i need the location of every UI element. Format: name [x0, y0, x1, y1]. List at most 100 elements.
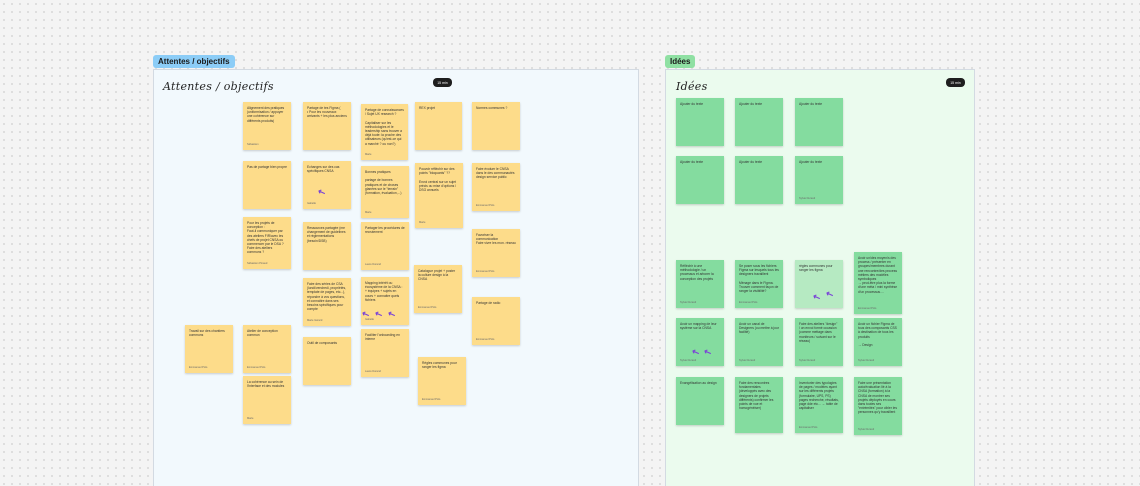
note-author: Emmanuel Polo	[247, 366, 266, 369]
note-text: Bonnes pratiques partage de bonnes prati…	[365, 170, 402, 196]
sticky-note[interactable]: Avoir un fichier Figma de tous des compo…	[854, 318, 902, 366]
sticky-note[interactable]: Ajouter du texte	[735, 98, 783, 146]
sticky-note[interactable]: REX projet	[415, 102, 462, 150]
note-author: Emmanuel Polo	[739, 301, 758, 304]
timer-badge[interactable]: 15 min	[946, 78, 965, 87]
sticky-note[interactable]: Faire des séries de CSA (lundi/vendredi,…	[303, 278, 351, 326]
sticky-note[interactable]: Pas de partage bien propre	[243, 161, 291, 209]
note-text: REX projet	[419, 106, 435, 110]
note-author: Emmanuel Polo	[418, 306, 437, 309]
sticky-note[interactable]: Avoir un mapping de leur système sur la …	[676, 318, 724, 366]
note-text: Mapping intérêt ou écosystème de la CNSA…	[365, 281, 403, 302]
note-text: Partager les procédures de recrutement	[365, 226, 405, 235]
note-text: La cohérence au sein de l'interface et d…	[247, 380, 285, 389]
sticky-note[interactable]: Echanges sur des cas spécifiques CNSA Isa…	[303, 161, 351, 209]
sticky-note[interactable]: Pour les projets de conception : Faut-il…	[243, 217, 291, 269]
sticky-note[interactable]: Partage de radio Emmanuel Polo	[472, 297, 520, 345]
sticky-note[interactable]: Ressources partagée (me changement de gu…	[303, 222, 351, 270]
note-author: Marie	[365, 153, 372, 156]
section-tag-idees[interactable]: Idées	[665, 55, 696, 68]
note-text: Règles communes pour ranger les figma	[422, 361, 457, 370]
note-text: règles communes pour ranger les figma	[799, 264, 833, 273]
sticky-note[interactable]: Alignement des pratiques (uniformisation…	[243, 102, 291, 150]
sticky-note[interactable]: Partage de connaissances / Sujet UX rese…	[361, 104, 408, 160]
sticky-note[interactable]: Partage de tes Figma ( • Pour les nouvea…	[303, 102, 351, 150]
note-author: Marie	[419, 221, 426, 224]
note-text: Ressources partagée (me changement de gu…	[307, 226, 346, 243]
note-text: Partage de radio	[476, 301, 501, 305]
note-text: Faire évoluer le CNSA dans le des commun…	[476, 167, 515, 180]
note-text: Avoir un canal de Designers (ou mettre à…	[739, 322, 779, 335]
note-text: Faciliter l'onboarding en interne	[365, 333, 400, 342]
sticky-note[interactable]: Partager les procédures de recrutement La…	[361, 222, 409, 270]
sticky-note[interactable]: Ajouter du texte	[676, 98, 724, 146]
note-text: Partage de connaissances / Sujet UX rese…	[365, 108, 404, 146]
sticky-note[interactable]: Ajouter du texte Sylvie Durand	[795, 156, 843, 204]
note-author: Marie	[247, 417, 254, 420]
section-title: Attentes / objectifs	[163, 80, 274, 93]
section-tag-attentes[interactable]: Attentes / objectifs	[153, 55, 235, 68]
note-text: Ajouter du texte	[799, 160, 823, 164]
note-author: Sébastien	[247, 143, 259, 146]
note-author: Isabelle	[307, 202, 316, 205]
note-text: Avoir un/des moyen/s des process / prése…	[858, 256, 898, 294]
note-text: Se poser sous les fichiers Figma sur les…	[739, 264, 779, 294]
sticky-note[interactable]: Se poser sous les fichiers Figma sur les…	[735, 260, 783, 308]
note-author: Sylvie Durand	[739, 359, 756, 362]
note-text: Ajouter du texte	[739, 160, 763, 164]
note-text: Pouvoir réfléchir sur des points "bloqua…	[419, 167, 457, 193]
sticky-note[interactable]: Pouvoir réfléchir sur des points "bloqua…	[415, 163, 463, 228]
note-text: Avoir un fichier Figma de tous des compo…	[858, 322, 897, 348]
sticky-note[interactable]: Ajouter du texte	[735, 156, 783, 204]
note-author: Marie	[365, 211, 372, 214]
note-text: Avoir un mapping de leur système sur la …	[680, 322, 717, 331]
sticky-note[interactable]: Favoriser la communication Faire vivre l…	[472, 229, 520, 277]
sticky-note[interactable]: Ajouter du texte	[795, 98, 843, 146]
sticky-note[interactable]: Ajouter du texte	[676, 156, 724, 204]
sticky-note[interactable]: Travail sur des chantiers communs Emmanue…	[185, 325, 233, 373]
note-text: Atelier de conception commun	[247, 329, 278, 338]
note-text: Ajouter du texte	[680, 102, 704, 106]
note-author: Emmanuel Polo	[476, 338, 495, 341]
sticky-note[interactable]: Réfléchir à une méthodologie / un proces…	[676, 260, 724, 308]
note-author: Laure Durand	[365, 263, 381, 266]
note-text: Ajouter du texte	[799, 102, 823, 106]
sticky-note[interactable]: Bonnes pratiques partage de bonnes prati…	[361, 166, 409, 218]
note-author: Sylvie Durand	[858, 359, 875, 362]
note-author: Sylvie Durand	[680, 359, 697, 362]
note-text: Travail sur des chantiers communs	[189, 329, 225, 338]
sticky-note[interactable]: Inventorier des typologies de pages / mo…	[795, 377, 843, 433]
note-author: Marie Gérard	[307, 319, 323, 322]
note-text: Normes communes ?	[476, 106, 508, 110]
note-text: Ajouter du texte	[739, 102, 763, 106]
sticky-note[interactable]: Normes communes ?	[472, 102, 520, 150]
sticky-note[interactable]: Faire évoluer le CNSA dans le des commun…	[472, 163, 520, 211]
sticky-note[interactable]: Evangélisation au design	[676, 377, 724, 425]
sticky-note[interactable]: Règles communes pour ranger les figma Emm…	[418, 357, 466, 405]
note-text: Faire des séries de CSA (lundi/vendredi,…	[307, 282, 347, 312]
note-author: Emmanuel Polo	[189, 366, 208, 369]
sticky-note[interactable]: La cohérence au sein de l'interface et d…	[243, 376, 291, 424]
sticky-note[interactable]: Faire des rencontres fondamentales (déve…	[735, 377, 783, 433]
sticky-note[interactable]: Avoir un/des moyen/s des process / prése…	[854, 252, 902, 314]
note-author: Sylvie Durand	[799, 359, 816, 362]
sticky-note[interactable]: Outil de composants	[303, 337, 351, 385]
section-title: Idées	[676, 80, 708, 93]
note-text: Pour les projets de conception : Faut-il…	[247, 221, 284, 255]
timer-badge[interactable]: 15 min	[433, 78, 452, 87]
note-text: Outil de composants	[307, 341, 338, 345]
note-author: Emmanuel Polo	[799, 426, 818, 429]
note-text: Réfléchir à une méthodologie / un proces…	[680, 264, 714, 281]
sticky-note[interactable]: Faire des ateliers "design" / un envoi f…	[795, 318, 843, 366]
note-author: Sylvie Durand	[858, 428, 875, 431]
section-attentes[interactable]: Attentes / objectifs 15 min Alignement d…	[153, 69, 639, 486]
sticky-note[interactable]: Catalogue projet + poster la culture des…	[414, 265, 462, 313]
sticky-note[interactable]: Faire une présentation auto/évaluation l…	[854, 377, 902, 435]
sticky-note[interactable]: Avoir un canal de Designers (ou mettre à…	[735, 318, 783, 366]
section-idees[interactable]: Idées 15 min Ajouter du texte Ajouter du…	[665, 69, 975, 486]
note-author: Emmanuel Polo	[422, 398, 441, 401]
sticky-note[interactable]: Atelier de conception commun Emmanuel Pol…	[243, 325, 291, 373]
note-text: Evangélisation au design	[680, 381, 717, 385]
sticky-note[interactable]: Faciliter l'onboarding en interne Laure D…	[361, 329, 409, 377]
note-author: Emmanuel Polo	[858, 307, 877, 310]
